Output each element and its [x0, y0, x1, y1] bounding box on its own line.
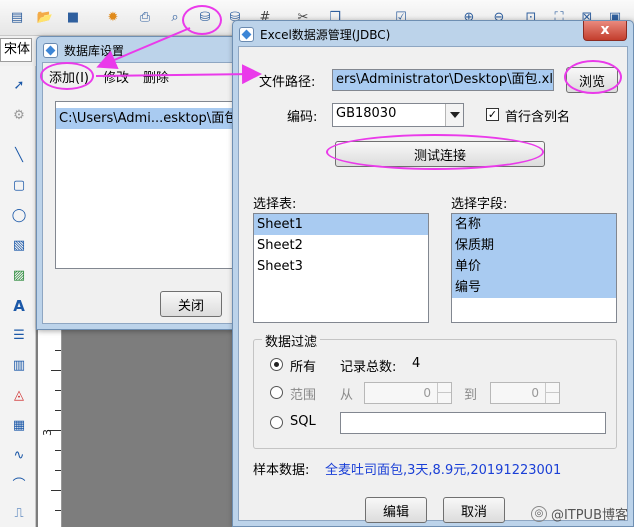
- select-field-label: 选择字段:: [451, 197, 508, 212]
- excel-dialog-body: 文件路径: ers\Administrator\Desktop\面包.xls 浏…: [238, 46, 628, 523]
- chevron-down-icon[interactable]: [445, 104, 463, 126]
- curve-icon[interactable]: ∿: [9, 446, 29, 466]
- range-to-value: 0: [531, 386, 539, 400]
- filter-all-label: 所有: [290, 360, 317, 375]
- filter-all-radio[interactable]: [270, 358, 283, 371]
- open-icon[interactable]: 📂: [36, 9, 54, 27]
- rectangle-icon[interactable]: ▢: [9, 176, 29, 196]
- cancel-button[interactable]: 取消: [443, 497, 505, 523]
- total-records-label: 记录总数:: [340, 360, 397, 375]
- edit-button[interactable]: 编辑: [365, 497, 427, 523]
- field-item[interactable]: 单价: [452, 256, 616, 277]
- total-records-value: 4: [412, 356, 421, 371]
- barcode-icon[interactable]: ▥: [9, 356, 29, 376]
- left-toolbox: ➚ ⚙ ╲ ▢ ◯ ▧ ▨ A ☰ ▥ ◬ ▦ ∿ ⌒ ⎍: [0, 66, 36, 527]
- db-dialog-title: 数据库设置: [64, 43, 125, 58]
- field-item[interactable]: 编号: [452, 277, 616, 298]
- print-icon[interactable]: ⎙: [136, 9, 154, 27]
- sample-data-value: 全麦吐司面包,3天,8.9元,20191223001: [325, 463, 562, 478]
- new-icon[interactable]: ▤: [8, 9, 26, 27]
- file-path-input[interactable]: ers\Administrator\Desktop\面包.xls: [332, 69, 554, 91]
- watermark-logo-icon: ◎: [530, 505, 547, 522]
- watermark: ◎ @ITPUB博客: [530, 504, 628, 523]
- image-icon[interactable]: ▧: [9, 236, 29, 256]
- encoding-value: GB18030: [336, 106, 397, 121]
- data-filter-title: 数据过滤: [262, 331, 321, 350]
- multiline-text-icon[interactable]: ☰: [9, 326, 29, 346]
- lock-icon[interactable]: ⚙: [9, 106, 29, 126]
- header-row-checkbox[interactable]: ✓: [486, 108, 499, 121]
- table-list[interactable]: Sheet1 Sheet2 Sheet3: [253, 213, 429, 323]
- field-item[interactable]: 名称: [452, 214, 616, 235]
- db-settings-dialog: 数据库设置 添加(I) 修改 删除 C:\Users\Admi...esktop…: [36, 36, 246, 330]
- field-list[interactable]: 名称 保质期 单价 编号: [451, 213, 617, 323]
- qrcode-icon[interactable]: ▦: [9, 416, 29, 436]
- gear-icon[interactable]: ✹: [104, 9, 122, 27]
- select-table-label: 选择表:: [253, 197, 297, 212]
- encoding-label: 编码:: [287, 110, 318, 125]
- range-to-input[interactable]: 0: [490, 382, 560, 404]
- connection-item[interactable]: C:\Users\Admi...esktop\面包.xls: [56, 108, 240, 129]
- db-dialog-menubar: 添加(I) 修改 删除: [43, 63, 239, 89]
- connection-list[interactable]: C:\Users\Admi...esktop\面包.xls: [55, 101, 241, 269]
- vertical-ruler: 3: [38, 330, 62, 527]
- file-path-label: 文件路径:: [259, 75, 316, 90]
- excel-dialog-titlebar: Excel数据源管理(JDBC): [239, 24, 390, 44]
- menu-delete[interactable]: 删除: [143, 67, 169, 86]
- header-row-label: 首行含列名: [505, 110, 571, 125]
- path-icon[interactable]: ⎍: [9, 504, 29, 524]
- excel-datasource-dialog: Excel数据源管理(JDBC) x 文件路径: ers\Administrat…: [232, 20, 634, 527]
- filter-range-label: 范围: [290, 388, 317, 403]
- test-connection-button[interactable]: 测试连接: [335, 141, 545, 167]
- save-icon[interactable]: ■: [64, 9, 82, 27]
- sql-input[interactable]: [340, 412, 606, 434]
- preview-icon[interactable]: ⌕: [166, 9, 184, 27]
- filter-range-radio[interactable]: [270, 386, 283, 399]
- filter-sql-radio[interactable]: [270, 416, 283, 429]
- encoding-select[interactable]: GB18030: [332, 103, 464, 127]
- excel-dialog-title: Excel数据源管理(JDBC): [260, 27, 391, 42]
- watermark-text: @ITPUB博客: [550, 508, 628, 523]
- spin-down-icon[interactable]: [545, 393, 559, 403]
- ellipse-icon[interactable]: ◯: [9, 206, 29, 226]
- close-button[interactable]: 关闭: [160, 291, 222, 317]
- pointer-icon[interactable]: ➚: [9, 76, 29, 96]
- close-window-button[interactable]: x: [583, 21, 627, 41]
- table-item[interactable]: Sheet3: [254, 256, 428, 277]
- text-icon[interactable]: A: [9, 296, 29, 316]
- picture-icon[interactable]: ▨: [9, 266, 29, 286]
- design-canvas: [36, 330, 236, 527]
- font-selector[interactable]: 宋体: [0, 38, 32, 62]
- app-logo-icon: [239, 26, 254, 42]
- arc-icon[interactable]: ⌒: [9, 476, 29, 496]
- range-from-value: 0: [423, 386, 431, 400]
- shape-icon[interactable]: ◬: [9, 386, 29, 406]
- menu-add[interactable]: 添加(I): [49, 67, 89, 86]
- line-icon[interactable]: ╲: [9, 146, 29, 166]
- filter-sql-label: SQL: [290, 414, 316, 429]
- database-icon[interactable]: ⛁: [196, 9, 214, 27]
- menu-edit[interactable]: 修改: [103, 67, 129, 86]
- app-logo-icon: [43, 42, 58, 58]
- db-dialog-titlebar: 数据库设置: [43, 40, 124, 60]
- sample-data-label: 样本数据:: [253, 463, 310, 478]
- browse-button[interactable]: 浏览: [566, 67, 618, 93]
- db-dialog-body: 添加(I) 修改 删除 C:\Users\Admi...esktop\面包.xl…: [42, 62, 241, 324]
- table-item[interactable]: Sheet2: [254, 235, 428, 256]
- spin-down-icon[interactable]: [437, 393, 451, 403]
- field-item[interactable]: 保质期: [452, 235, 616, 256]
- table-item[interactable]: Sheet1: [254, 214, 428, 235]
- data-filter-group: 数据过滤 所有 记录总数: 4 范围 从 0 到 0 SQL: [253, 331, 617, 449]
- spin-up-icon[interactable]: [437, 383, 451, 393]
- range-from-input[interactable]: 0: [364, 382, 452, 404]
- range-from-label: 从: [340, 388, 354, 403]
- range-to-label: 到: [464, 388, 478, 403]
- spin-up-icon[interactable]: [545, 383, 559, 393]
- ruler-number: 3: [41, 429, 54, 436]
